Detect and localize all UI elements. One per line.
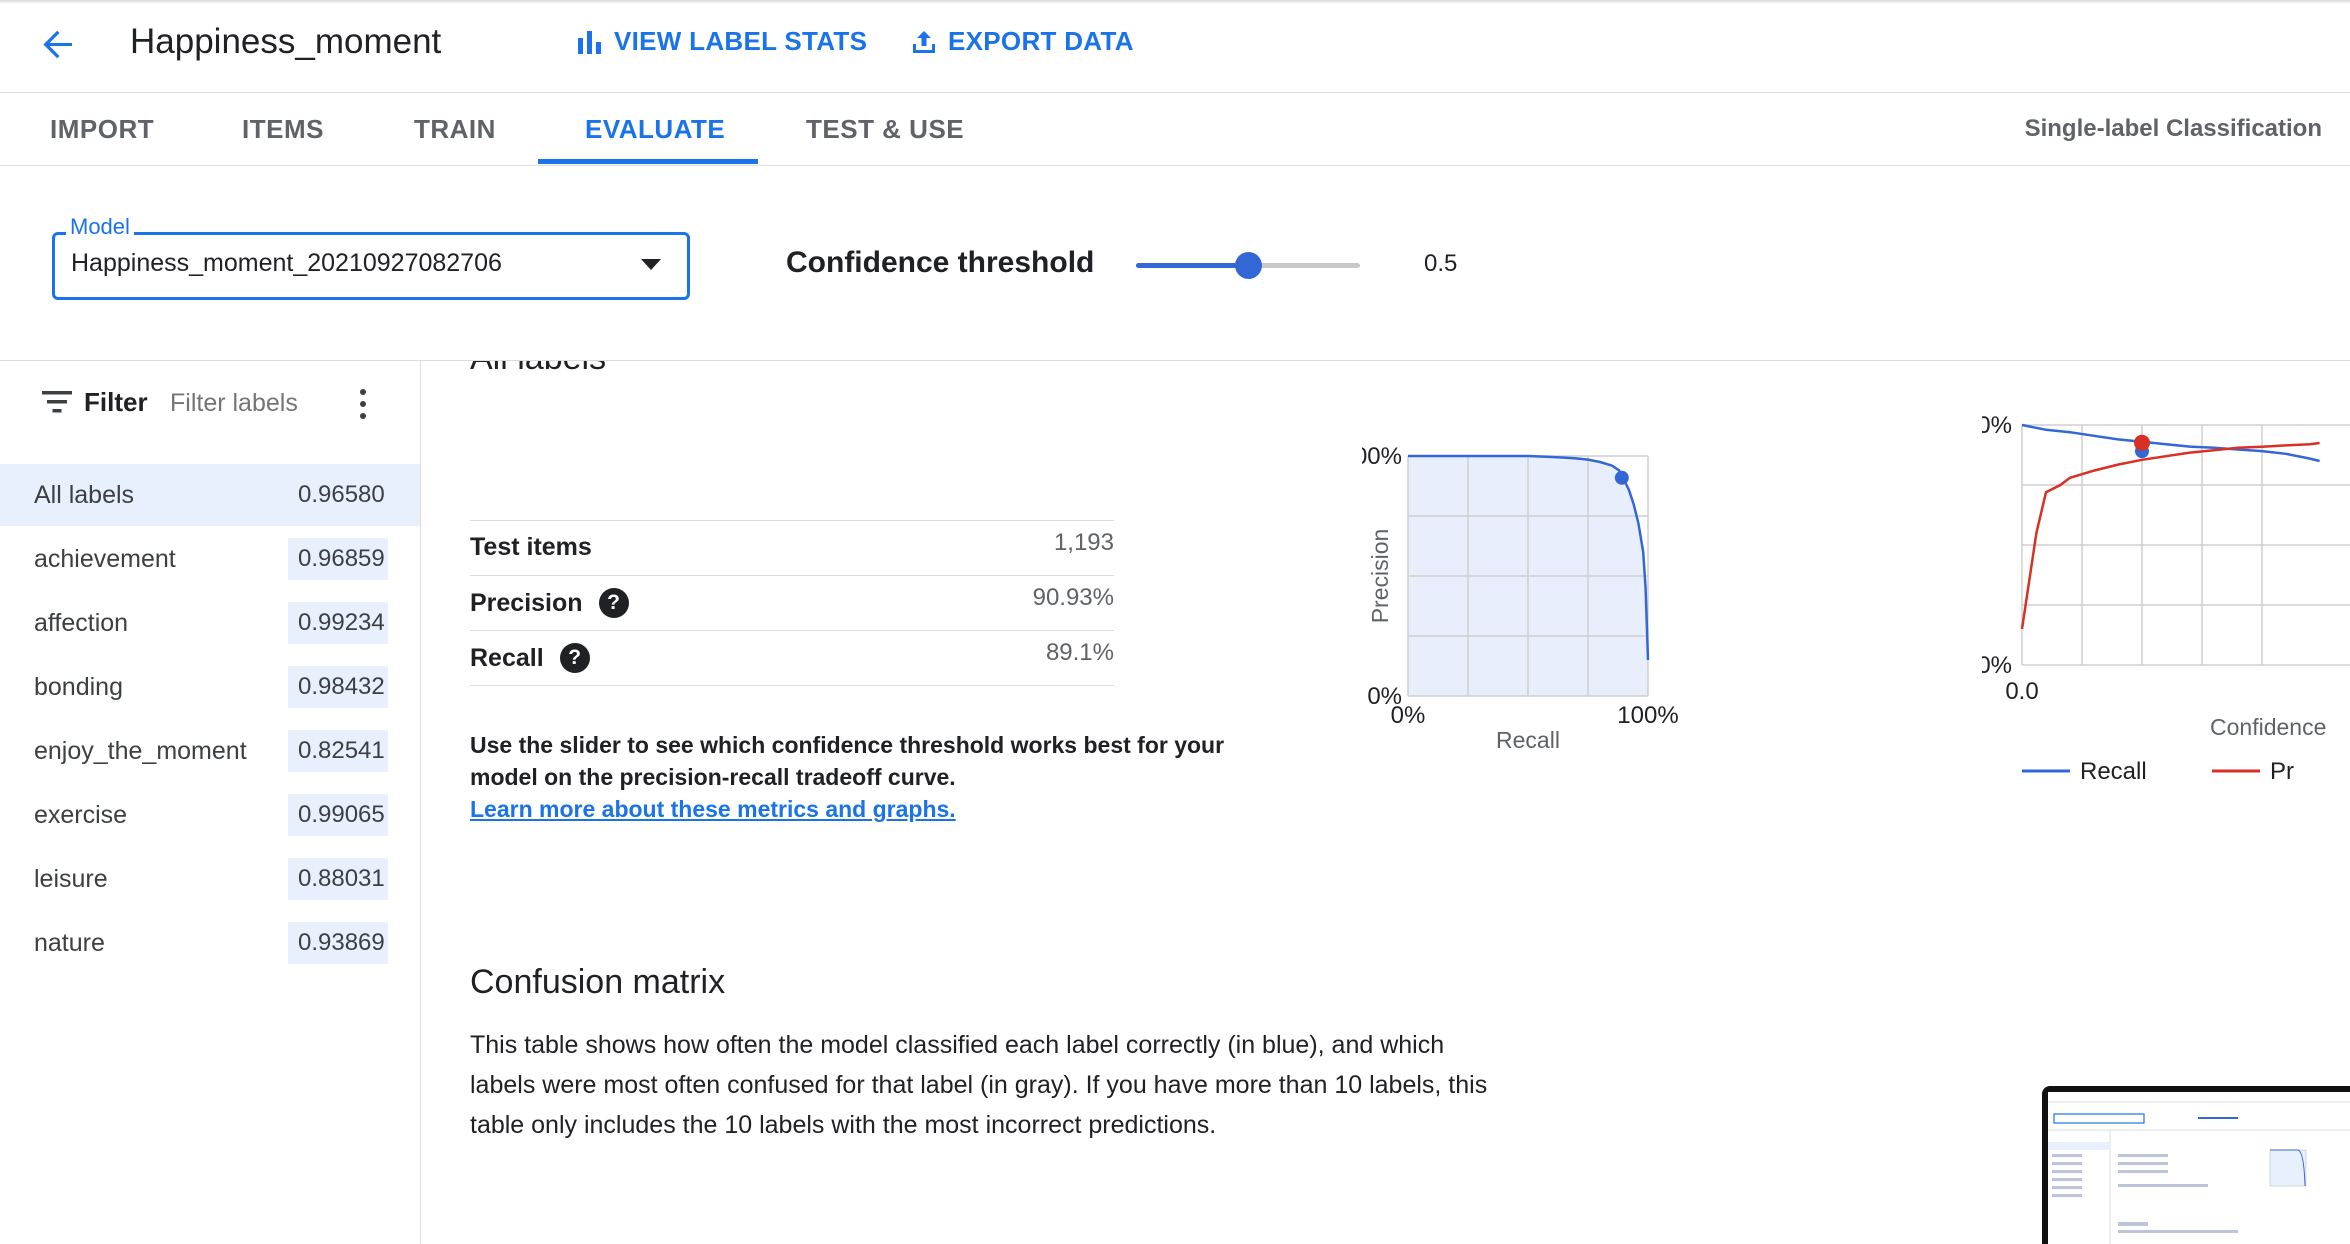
legend-recall-label: Recall <box>2080 758 2147 785</box>
model-select[interactable]: Happiness_moment_20210927082706 <box>52 232 690 300</box>
metric-row-test-items: Test items 1,193 <box>470 520 1114 575</box>
slider-fill <box>1136 263 1248 268</box>
slider-description-text: Use the slider to see which confidence t… <box>470 732 1225 790</box>
label-sidebar: Filter All labels 0.96580 achievement 0.… <box>0 361 421 1244</box>
filter-labels-input[interactable] <box>170 389 330 418</box>
label-name: enjoy_the_moment <box>34 737 247 765</box>
active-tab-indicator <box>538 159 758 164</box>
recall-precision-confidence-chart: 100% 0%0.0 Confidence Recall Pr <box>1982 412 2350 785</box>
threshold-point <box>1614 470 1629 485</box>
label-row-achievement[interactable]: achievement 0.96859 <box>0 528 420 590</box>
label-score: 0.82541 <box>288 730 388 772</box>
filter-icon[interactable] <box>42 391 72 413</box>
label-row-enjoy-the-moment[interactable]: enjoy_the_moment 0.82541 <box>0 720 420 782</box>
model-select-value: Happiness_moment_20210927082706 <box>71 249 502 277</box>
confidence-threshold-label: Confidence threshold <box>786 246 1095 279</box>
label-score: 0.96580 <box>288 474 388 516</box>
section-title: All labels <box>470 361 606 378</box>
tab-items[interactable]: ITEMS <box>242 93 324 165</box>
slider-thumb[interactable] <box>1235 252 1262 279</box>
label-name: bonding <box>34 673 123 701</box>
label-name: exercise <box>34 801 128 829</box>
filter-label[interactable]: Filter <box>84 387 148 418</box>
label-row-affection[interactable]: affection 0.99234 <box>0 592 420 654</box>
metric-row-precision: Precision ? 90.93% <box>470 575 1114 630</box>
dropdown-arrow-icon <box>641 259 661 270</box>
label-score: 0.93869 <box>288 922 388 964</box>
model-toolbar: Happiness_moment_20210927082706 Model Co… <box>0 166 2350 361</box>
bar-chart-icon <box>578 30 601 54</box>
metric-label: Test items <box>470 533 592 561</box>
confusion-matrix-description: This table shows how often the model cla… <box>470 1031 1488 1139</box>
view-label-stats-label: VIEW LABEL STATS <box>614 26 868 56</box>
help-icon[interactable]: ? <box>598 588 629 618</box>
x-axis-label: Recall <box>1496 727 1560 753</box>
label-row-exercise[interactable]: exercise 0.99065 <box>0 784 420 846</box>
label-row-bonding[interactable]: bonding 0.98432 <box>0 656 420 718</box>
tab-import[interactable]: IMPORT <box>50 93 154 165</box>
x-tick-label: 100% <box>1617 702 1678 729</box>
y-tick-label: 100% <box>1362 443 1402 470</box>
export-data-button[interactable]: EXPORT DATA <box>910 26 1134 57</box>
label-name: achievement <box>34 545 176 573</box>
confusion-matrix-title: Confusion matrix <box>470 963 726 1001</box>
label-name: leisure <box>34 865 108 893</box>
series-line <box>2020 441 2320 630</box>
x-axis-label: Confidence <box>2210 714 2326 740</box>
help-icon[interactable]: ? <box>559 643 590 673</box>
app-header: Happiness_moment VIEW LABEL STATS EXPORT… <box>0 0 2350 93</box>
metrics-table: Test items 1,193 Precision ? 90.93% Reca… <box>470 520 1114 686</box>
export-data-label: EXPORT DATA <box>948 26 1134 56</box>
x-tick-label: 0% <box>1391 702 1426 729</box>
label-name: All labels <box>34 481 135 509</box>
metric-row-recall: Recall ? 89.1% <box>470 630 1114 686</box>
tab-train[interactable]: TRAIN <box>414 93 496 165</box>
tab-bar: IMPORT ITEMS TRAIN EVALUATE TEST & USE S… <box>0 93 2350 166</box>
label-score: 0.96859 <box>288 538 388 580</box>
metric-label: Precision ? <box>470 588 629 618</box>
more-options-icon[interactable] <box>355 387 371 421</box>
metric-value: 90.93% <box>1032 584 1114 611</box>
back-arrow-icon[interactable] <box>36 22 80 66</box>
label-name: nature <box>34 929 105 957</box>
learn-more-link[interactable]: Learn more about these metrics and graph… <box>470 796 956 822</box>
metric-value: 89.1% <box>1045 639 1114 666</box>
tab-evaluate[interactable]: EVALUATE <box>585 93 725 165</box>
label-row-all-labels[interactable]: All labels 0.96580 <box>0 464 420 526</box>
thumbnail-preview-image <box>2048 1092 2350 1244</box>
upload-icon <box>913 30 935 53</box>
view-label-stats-button[interactable]: VIEW LABEL STATS <box>576 26 867 57</box>
slider-description: Use the slider to see which confidence t… <box>470 729 1230 825</box>
y-tick-label: 0% <box>1982 652 2012 679</box>
thumbnail-preview <box>2048 1092 2350 1244</box>
label-score: 0.88031 <box>288 858 388 900</box>
metric-value: 1,193 <box>1053 529 1114 556</box>
y-tick-label: 100% <box>1982 412 2012 439</box>
model-select-legend: Model <box>66 214 134 240</box>
filter-bar: Filter <box>0 361 420 445</box>
precision-threshold-point <box>2134 434 2150 451</box>
label-row-leisure[interactable]: leisure 0.88031 <box>0 848 420 910</box>
label-score: 0.99065 <box>288 794 388 836</box>
legend-precision-label: Pr <box>2270 758 2294 785</box>
label-score: 0.98432 <box>288 666 388 708</box>
confidence-threshold-value: 0.5 <box>1424 250 1458 277</box>
label-score: 0.99234 <box>288 602 388 644</box>
classification-mode-label: Single-label Classification <box>2024 115 2322 142</box>
metric-label: Recall ? <box>470 643 590 673</box>
precision-recall-chart: 100%0%0%100%RecallPrecision <box>1362 443 1679 753</box>
tab-test-and-use[interactable]: TEST & USE <box>806 93 964 165</box>
label-row-nature[interactable]: nature 0.93869 <box>0 912 420 974</box>
page-title: Happiness_moment <box>130 22 442 61</box>
x-tick-label: 0.0 <box>2005 678 2038 705</box>
label-name: affection <box>34 609 129 637</box>
y-axis-label: Precision <box>1367 529 1393 624</box>
confidence-threshold-slider[interactable] <box>1136 252 1360 279</box>
screenshot-thumbnail[interactable] <box>2042 1086 2350 1244</box>
